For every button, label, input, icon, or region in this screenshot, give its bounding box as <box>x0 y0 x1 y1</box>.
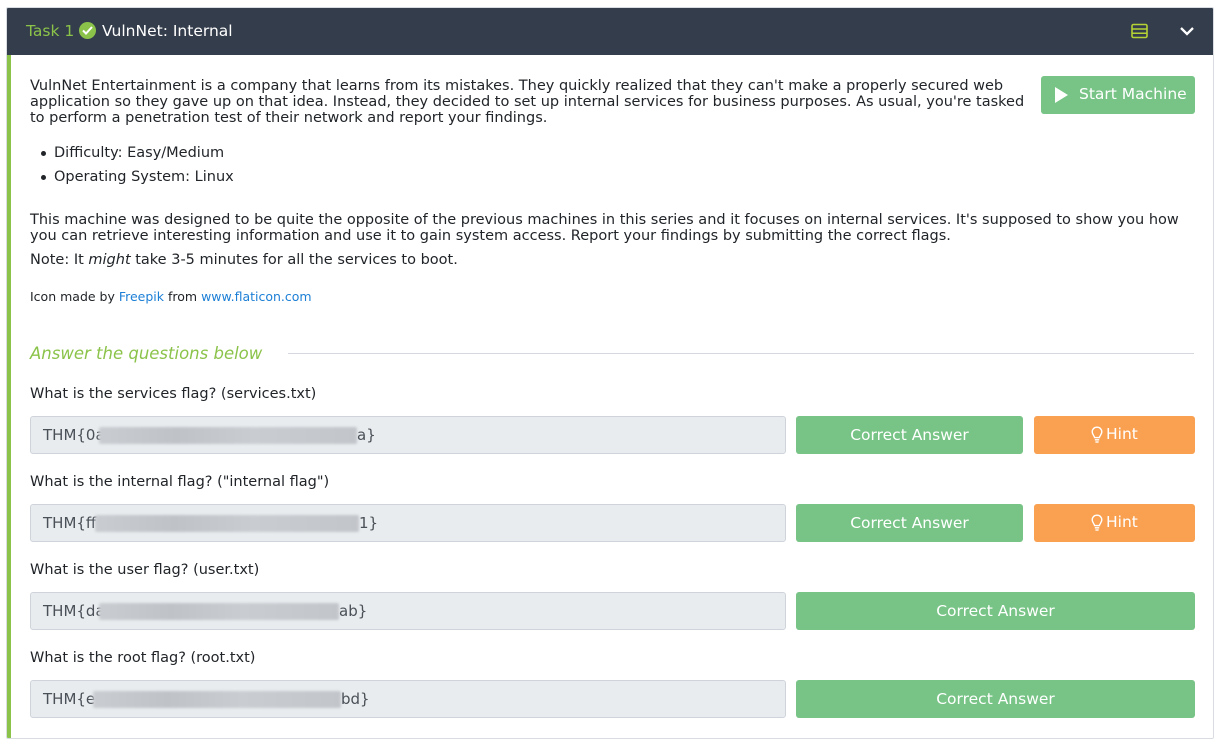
answer-start: THM{0a <box>43 426 105 444</box>
freepik-link[interactable]: Freepik <box>119 289 164 304</box>
task-card: Task 1 VulnNet: Internal VulnNet Enterta… <box>6 7 1214 739</box>
description-paragraph: This machine was designed to be quite th… <box>30 212 1179 244</box>
answer-end: bd} <box>341 690 370 708</box>
start-machine-label: Start Machine <box>1079 85 1187 103</box>
hint-label: Hint <box>1106 513 1138 531</box>
note-text: Note: It might take 3-5 minutes for all … <box>30 252 458 268</box>
redacted-text <box>99 427 357 444</box>
note-emphasis: might <box>88 252 131 268</box>
hint-label: Hint <box>1106 425 1138 443</box>
answer-field-user[interactable]: THM{da ab} <box>30 592 786 630</box>
answer-end: ab} <box>339 602 368 620</box>
check-circle-icon <box>79 22 96 39</box>
correct-answer-button[interactable]: Correct Answer <box>796 592 1195 630</box>
task-title: VulnNet: Internal <box>102 22 233 40</box>
correct-answer-button[interactable]: Correct Answer <box>796 416 1023 454</box>
accent-bar <box>7 55 11 738</box>
intro-paragraph: VulnNet Entertainment is a company that … <box>30 78 1025 126</box>
question-label: What is the internal flag? ("internal fl… <box>30 474 330 490</box>
question-label: What is the root flag? (root.txt) <box>30 650 256 666</box>
start-machine-button[interactable]: Start Machine <box>1041 76 1195 114</box>
task-number: Task 1 <box>26 22 75 40</box>
credit-prefix: Icon made by <box>30 289 119 304</box>
correct-answer-button[interactable]: Correct Answer <box>796 504 1023 542</box>
lightbulb-icon <box>1091 514 1103 532</box>
list-item: Difficulty: Easy/Medium <box>41 144 234 168</box>
question-label: What is the services flag? (services.txt… <box>30 386 317 402</box>
question-label: What is the user flag? (user.txt) <box>30 562 260 578</box>
answer-start: THM{ff <box>43 514 97 532</box>
redacted-text <box>95 515 359 532</box>
answer-start: THM{da <box>43 602 105 620</box>
redacted-text <box>93 691 341 708</box>
play-icon <box>1055 87 1068 103</box>
list-icon[interactable] <box>1131 23 1148 39</box>
answer-field-internal[interactable]: THM{ff 1} <box>30 504 786 542</box>
answer-field-root[interactable]: THM{e bd} <box>30 680 786 718</box>
credit-middle: from <box>164 289 202 304</box>
section-title: Answer the questions below <box>30 344 263 363</box>
lightbulb-icon <box>1091 426 1103 444</box>
hint-button[interactable]: Hint <box>1034 504 1195 542</box>
redacted-text <box>99 603 339 620</box>
section-divider <box>288 353 1194 354</box>
correct-answer-button[interactable]: Correct Answer <box>796 680 1195 718</box>
task-header[interactable]: Task 1 VulnNet: Internal <box>7 8 1213 55</box>
answer-start: THM{e <box>43 690 96 708</box>
answer-end: 1} <box>359 514 379 532</box>
answer-end: a} <box>357 426 376 444</box>
note-suffix: take 3-5 minutes for all the services to… <box>130 252 458 268</box>
flaticon-link[interactable]: www.flaticon.com <box>201 289 312 304</box>
answer-field-services[interactable]: THM{0a a} <box>30 416 786 454</box>
note-prefix: Note: It <box>30 252 89 268</box>
icon-credit: Icon made by Freepik from www.flaticon.c… <box>30 289 312 304</box>
machine-info-list: Difficulty: Easy/Medium Operating System… <box>41 144 234 192</box>
hint-button[interactable]: Hint <box>1034 416 1195 454</box>
chevron-down-icon[interactable] <box>1179 23 1195 39</box>
list-item: Operating System: Linux <box>41 168 234 192</box>
